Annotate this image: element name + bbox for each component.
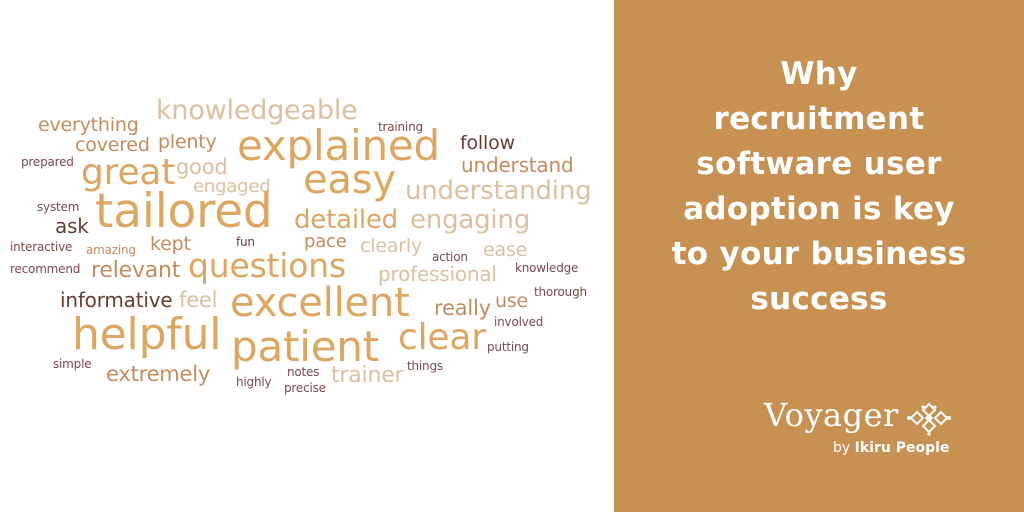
cloud-word: follow [460, 132, 515, 154]
cloud-word: recommend [10, 262, 81, 276]
headline-line: recruitment [713, 101, 925, 137]
puzzle-cross-icon [907, 402, 951, 436]
brand-company: Ikiru People [854, 440, 950, 456]
cloud-word: highly [236, 375, 272, 389]
cloud-word: things [407, 359, 443, 373]
brand-name: Voyager [764, 396, 899, 434]
cloud-word: kept [150, 233, 191, 255]
cloud-word: system [37, 200, 80, 214]
headline-line: software user [696, 146, 942, 182]
brand-by: by [833, 440, 851, 456]
cloud-word: helpful [72, 309, 222, 360]
headline-line: to your business [671, 236, 967, 272]
cloud-word: involved [494, 315, 544, 329]
headline: Why recruitment software user adoption i… [614, 52, 1024, 322]
cloud-word: prepared [21, 155, 74, 169]
cloud-word: knowledge [515, 261, 579, 275]
headline-line: success [750, 281, 888, 317]
cloud-word: patient [231, 322, 380, 371]
cloud-word: interactive [10, 240, 73, 254]
cloud-word: trainer [331, 363, 404, 388]
headline-line: Why [780, 56, 858, 92]
cloud-word: ease [483, 239, 528, 261]
headline-panel: Why recruitment software user adoption i… [614, 0, 1024, 512]
cloud-word: knowledgeable [156, 95, 358, 126]
cloud-word: clear [398, 317, 486, 358]
cloud-word: questions [188, 246, 346, 285]
brand-logo: Voyager by Ikiru People [762, 396, 962, 466]
cloud-word: clearly [360, 235, 422, 257]
cloud-word: informative [60, 288, 173, 312]
cloud-word: amazing [86, 243, 136, 257]
cloud-word: understanding [405, 176, 592, 206]
cloud-word: really [434, 296, 491, 320]
cloud-word: everything [38, 114, 139, 136]
cloud-word: engaging [410, 205, 531, 235]
cloud-word: thorough [534, 285, 587, 299]
cloud-word: putting [487, 340, 529, 354]
cloud-word: precise [284, 381, 326, 395]
cloud-word: good [176, 155, 228, 179]
cloud-word: notes [287, 365, 320, 379]
word-cloud: knowledgeable everything training covered pl… [0, 0, 614, 512]
cloud-word: extremely [106, 362, 211, 386]
cloud-word: excellent [230, 280, 410, 326]
brand-tagline: by Ikiru People [833, 440, 949, 456]
cloud-word: relevant [91, 258, 181, 283]
cloud-word: feel [179, 288, 218, 312]
cloud-word: plenty [158, 131, 217, 153]
cloud-word: ask [55, 214, 89, 238]
cloud-word: understand [461, 153, 574, 177]
cloud-word: use [495, 290, 529, 312]
headline-line: adoption is key [683, 191, 955, 227]
cloud-word: simple [53, 357, 92, 371]
cloud-word: detailed [294, 205, 398, 235]
cloud-word: easy [303, 157, 396, 203]
cloud-word: tailored [95, 184, 273, 239]
